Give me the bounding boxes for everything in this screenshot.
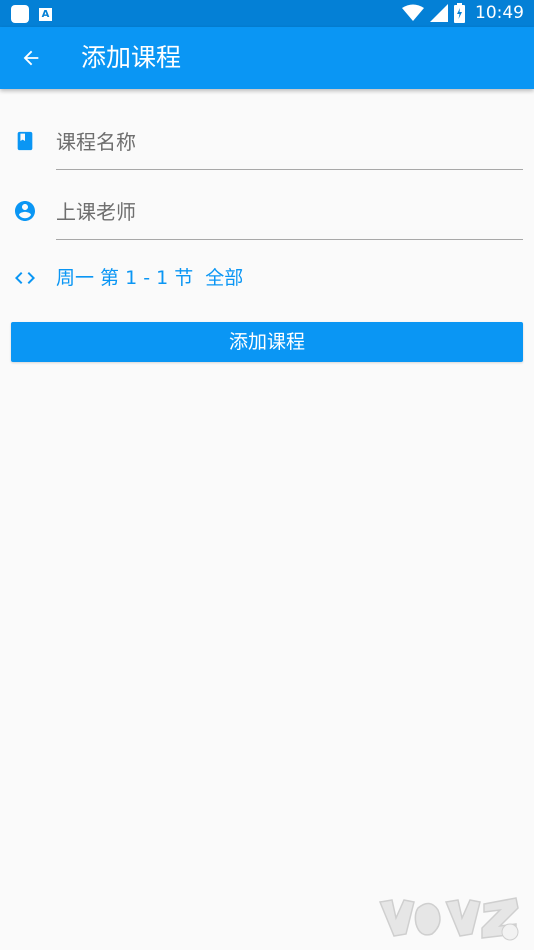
arrow-left-icon (23, 50, 39, 66)
signal-icon (430, 4, 448, 22)
course-name-row: 课程名称 (0, 120, 534, 172)
schedule-text[interactable]: 周一 第 1 - 1 节 全部 (56, 265, 243, 291)
status-bar-notifications: A (11, 5, 52, 23)
schedule-row[interactable]: 周一 第 1 - 1 节 全部 (0, 263, 534, 295)
teacher-underline (56, 239, 523, 240)
watermark-logo (378, 897, 519, 941)
status-bar-system: 10:49 (402, 3, 524, 23)
course-name-input[interactable]: 课程名称 (56, 128, 136, 156)
back-button[interactable] (10, 37, 52, 79)
font-notification-icon: A (39, 8, 52, 21)
app-notification-icon (11, 5, 29, 23)
teacher-row: 上课老师 (0, 190, 534, 242)
battery-icon (454, 3, 465, 23)
course-name-underline (56, 169, 523, 170)
app-bar: 添加课程 (0, 27, 534, 89)
status-bar: A 10:49 (0, 0, 534, 27)
page-title: 添加课程 (81, 43, 182, 72)
teacher-input[interactable]: 上课老师 (56, 198, 136, 226)
wifi-icon (402, 4, 424, 21)
status-time: 10:49 (475, 3, 524, 23)
add-course-button[interactable]: 添加课程 (11, 322, 523, 362)
account-circle-icon (12, 198, 38, 224)
book-icon (12, 128, 38, 154)
code-brackets-icon (12, 265, 38, 291)
